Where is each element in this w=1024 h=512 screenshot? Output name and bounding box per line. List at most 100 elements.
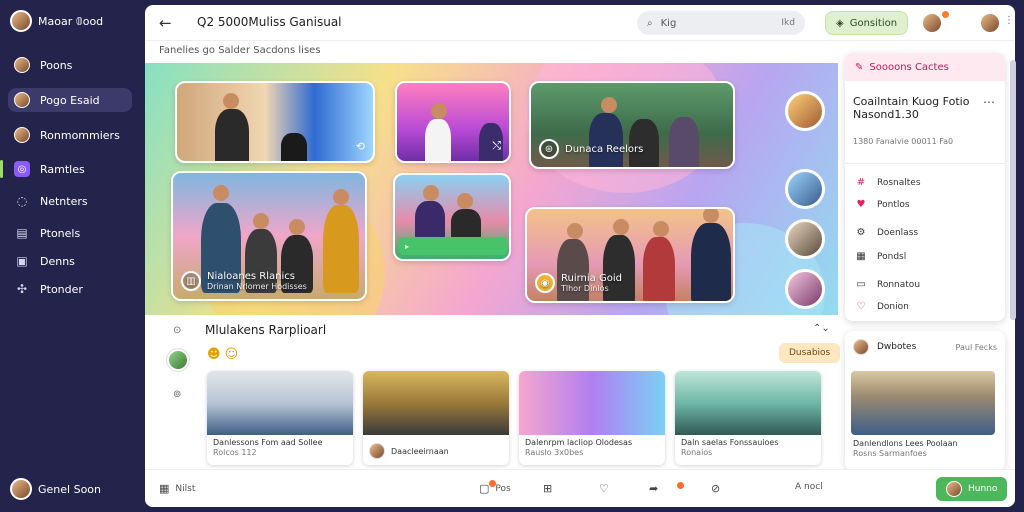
heart-outline-icon: ♡ <box>856 301 866 312</box>
video-card[interactable]: Daln saelas Fonssauioes Ronaios <box>675 371 821 465</box>
chat-bubble-icon: ◌ <box>16 194 28 208</box>
photo-card[interactable]: ⊛ Dunaca Reelors <box>529 81 735 169</box>
notification-dot <box>942 11 949 18</box>
filter-chip[interactable]: Dusabios <box>779 343 841 363</box>
person-head <box>613 219 629 235</box>
sidebar-item-ptonder[interactable]: ✣ Ptonder <box>8 277 132 301</box>
panel-header-label: Soooons Cactes <box>869 61 949 73</box>
account-avatar[interactable] <box>979 12 1001 34</box>
sidebar-item-pogo[interactable]: Pogo Esaid <box>8 88 132 112</box>
menu-icon[interactable]: ⋮ <box>1004 15 1014 26</box>
active-indicator <box>0 160 3 178</box>
person-figure <box>323 205 359 293</box>
card-label: ◉ Ruirnia Goid Tlhor Dinlos <box>535 273 622 293</box>
photo-card[interactable]: ▸ <box>393 173 511 261</box>
share-button[interactable]: ➦ <box>649 482 658 495</box>
sidebar-item-ptonels[interactable]: ▤ Ptonels <box>8 221 132 245</box>
bottom-right-item[interactable]: A nocl <box>795 482 823 492</box>
person-head <box>289 219 305 235</box>
top-bar: ← Q2 5000Muliss Ganisual ⌕ Kig Ikd ◈ Gon… <box>145 5 1015 41</box>
side-video-card[interactable]: Dwbotes Paul Fecks Danlendlons Lees Pool… <box>845 331 1005 471</box>
media-button[interactable]: ⊞ <box>543 482 552 495</box>
more-options-icon[interactable]: ⋯ <box>983 95 995 109</box>
panel-item-label: Pontlos <box>877 199 910 210</box>
bottom-left-item[interactable]: ▦ Nilst <box>159 482 195 495</box>
panel-title: Coailntain Kuog Fotio Nasond1.30 <box>853 95 970 121</box>
sidebar-item-ramtles[interactable]: ◎ Ramtles <box>8 157 132 181</box>
panel-item[interactable]: ▦ Pondsl <box>855 251 906 262</box>
card-title: Nialoanes Rlanics <box>207 271 295 282</box>
collapse-icon[interactable]: ⌃⌄ <box>813 323 830 334</box>
user-avatar[interactable] <box>921 12 943 34</box>
bottom-profile-name: Genel Soon <box>38 482 101 496</box>
person-head <box>213 185 229 201</box>
back-arrow-icon[interactable]: ← <box>159 14 172 32</box>
person-figure <box>643 237 675 301</box>
video-card[interactable]: Danlessons Fom aad Sollee Rolcos 112 <box>207 371 353 465</box>
photo-card[interactable]: ⤭ <box>395 81 511 163</box>
panel-item[interactable]: ♥ Pontlos <box>855 199 910 210</box>
card-label: ▥ Nialoanes Rlanics Drinan Nrlomer Hodis… <box>181 271 307 291</box>
box-icon: ▭ <box>856 279 866 290</box>
notification-dot <box>489 480 496 487</box>
comment-icon: ▢ <box>479 482 490 495</box>
puzzle-icon: ✣ <box>16 282 28 296</box>
detail-panel: ✎ Soooons Cactes Coailntain Kuog Fotio N… <box>845 53 1005 321</box>
story-avatar[interactable] <box>785 169 825 209</box>
refresh-icon: ⟲ <box>355 140 365 153</box>
photo-card[interactable]: ⟲ <box>175 81 375 163</box>
person-figure <box>669 117 699 167</box>
story-avatar[interactable] <box>785 219 825 259</box>
panel-item[interactable]: # Rosnaltes <box>855 177 921 188</box>
tag-icon: ✎ <box>855 61 864 73</box>
panel-item-label: Pondsl <box>877 251 907 262</box>
card-label: ⊛ Dunaca Reelors <box>539 139 643 159</box>
bottom-right-label: A nocl <box>795 482 823 492</box>
video-card[interactable]: Dalenrpm lacliop Olodesas Rauslo 3x0bes <box>519 371 665 465</box>
photo-card[interactable]: ◉ Ruirnia Goid Tlhor Dinlos <box>525 207 735 303</box>
action-button[interactable]: ◈ Gonsition <box>825 11 909 35</box>
sidebar-item-denns[interactable]: ▣ Denns <box>8 249 132 273</box>
scrollbar[interactable] <box>1010 60 1016 320</box>
panel-item[interactable]: ⚙ Doenlass <box>855 227 919 238</box>
section-title: Mlulakens Rarplioarl <box>205 323 327 337</box>
sidebar-item-netnters[interactable]: ◌ Netnters <box>8 189 132 213</box>
panel-header: ✎ Soooons Cactes <box>845 53 1005 81</box>
panel-item[interactable]: ♡ Donion <box>855 301 909 312</box>
side-card-sub: Rosns Sarmanfoes <box>853 449 927 458</box>
tag-outline-icon[interactable]: ⊙ <box>173 325 181 336</box>
gear-icon: ⚙ <box>856 227 866 238</box>
explore-button[interactable]: ⊘ <box>711 482 720 495</box>
sidebar-item-ronmommiers[interactable]: Ronmommiers <box>8 123 132 147</box>
video-card[interactable]: Daacleeirnaan <box>363 371 509 465</box>
heart-icon: ♥ <box>856 199 866 210</box>
sidebar: Maoar 𝟘ood Poons Pogo Esaid Ronmommiers … <box>0 0 145 512</box>
bottom-avatar <box>10 478 32 500</box>
sidebar-item-poons[interactable]: Poons <box>8 53 132 77</box>
person-head <box>223 93 239 109</box>
person-figure <box>215 109 249 161</box>
card-title: Ruirnia Goid <box>561 273 622 284</box>
video-thumbnail <box>363 371 509 435</box>
search-box[interactable]: ⌕ Kig Ikd <box>637 11 805 35</box>
comments-label: Pos <box>495 483 511 494</box>
play-icon: ▸ <box>405 241 410 251</box>
primary-action-button[interactable]: Hunno <box>936 477 1008 501</box>
sidebar-profile[interactable]: Maoar 𝟘ood <box>10 10 103 32</box>
sidebar-item-label: Denns <box>40 254 75 268</box>
panel-item-label: Donion <box>877 301 909 312</box>
hashtag-icon: # <box>856 177 866 188</box>
photo-card-featured[interactable]: ▥ Nialoanes Rlanics Drinan Nrlomer Hodis… <box>171 171 367 301</box>
like-button[interactable]: ♡ <box>599 482 609 495</box>
sidebar-bottom-profile[interactable]: Genel Soon <box>10 478 101 500</box>
panel-item[interactable]: ▭ Ronnatou <box>855 279 920 290</box>
search-icon: ⌕ <box>647 17 653 29</box>
person-head <box>567 223 583 239</box>
story-avatar[interactable] <box>785 269 825 309</box>
story-avatar[interactable] <box>785 91 825 131</box>
section-avatar[interactable] <box>167 349 189 371</box>
emoji-reactions[interactable]: ☻ ☺ <box>207 347 238 362</box>
shield-icon[interactable]: ⊚ <box>173 389 181 400</box>
green-caption-bar: ▸ <box>399 237 507 255</box>
author-name: Dwbotes <box>877 342 917 352</box>
